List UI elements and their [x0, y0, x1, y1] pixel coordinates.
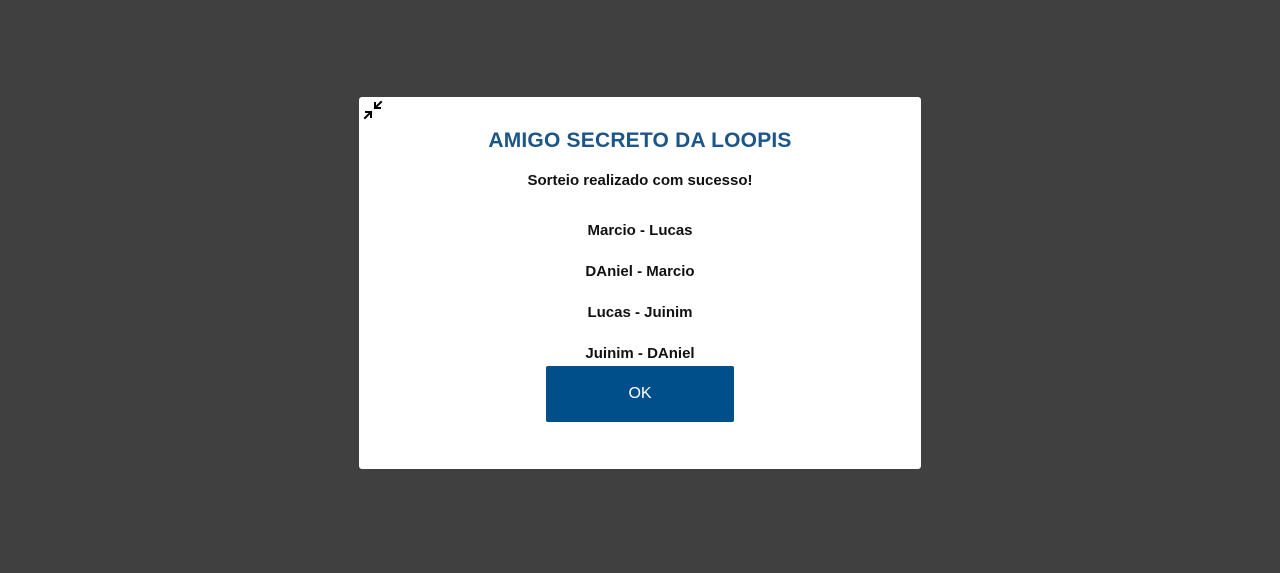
ok-button[interactable]: OK	[546, 366, 734, 422]
modal-backdrop: AMIGO SECRETO DA LOOPIS Sorteio realizad…	[0, 0, 1280, 573]
draw-result-dialog: AMIGO SECRETO DA LOOPIS Sorteio realizad…	[359, 97, 921, 469]
draw-pair: Lucas - Juinim	[587, 304, 693, 321]
dialog-title: AMIGO SECRETO DA LOOPIS	[488, 129, 792, 152]
collapse-arrows-icon[interactable]	[362, 99, 384, 121]
success-message: Sorteio realizado com sucesso!	[527, 172, 753, 189]
draw-pairs-list: Marcio - Lucas DAniel - Marcio Lucas - J…	[359, 222, 921, 386]
draw-pair: Marcio - Lucas	[587, 222, 693, 239]
draw-pair: DAniel - Marcio	[585, 263, 695, 280]
